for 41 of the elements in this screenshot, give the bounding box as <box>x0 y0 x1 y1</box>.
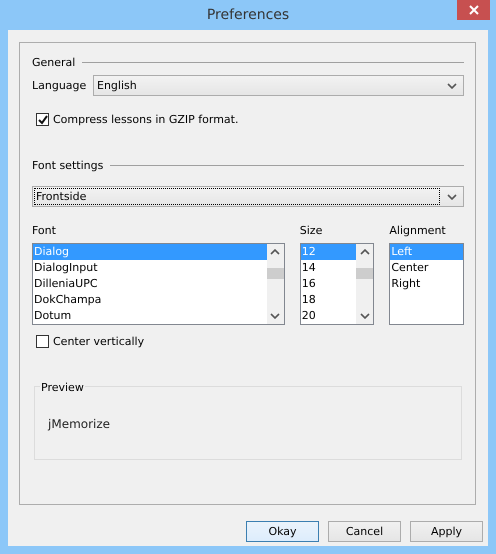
list-item[interactable]: 18 <box>300 292 356 308</box>
list-item[interactable]: DokChampa <box>33 292 267 308</box>
checkbox[interactable] <box>36 335 49 348</box>
list-item[interactable]: Dotum <box>33 308 267 324</box>
scrollbar-thumb[interactable] <box>266 268 284 279</box>
list-label: Size <box>300 224 324 237</box>
checkbox-label: Compress lessons in GZIP format. <box>53 113 238 126</box>
dropdown[interactable]: English <box>93 75 464 96</box>
checkmark-icon <box>38 114 48 124</box>
chevron-up-icon <box>270 249 280 255</box>
list-item[interactable]: Right <box>390 276 463 292</box>
close-icon <box>468 5 478 15</box>
list-item[interactable]: 16 <box>300 276 356 292</box>
list-item[interactable]: DilleniaUPC <box>33 276 267 292</box>
dropdown[interactable]: Frontside <box>32 186 464 207</box>
dialog-button[interactable]: Cancel <box>328 521 401 542</box>
list-item[interactable]: 20 <box>300 308 356 324</box>
checkbox-label: Center vertically <box>53 335 144 348</box>
preview-heading: Preview <box>40 381 85 394</box>
preview-text: jMemorize <box>48 417 110 431</box>
window-title: Preferences <box>206 7 290 23</box>
list-item[interactable]: DialogInput <box>33 260 267 276</box>
scrollbar[interactable] <box>266 244 284 324</box>
chevron-down-icon <box>447 194 457 200</box>
list-item[interactable]: Center <box>390 260 463 276</box>
list-label: Alignment <box>389 224 447 237</box>
close-button[interactable] <box>457 0 490 20</box>
list-item[interactable]: 14 <box>300 260 356 276</box>
chevron-down-icon <box>447 82 457 88</box>
scrollbar[interactable] <box>356 244 374 324</box>
dialog-button[interactable]: Okay <box>246 521 319 542</box>
list-label: Font <box>32 224 57 237</box>
dialog-button[interactable]: Apply <box>410 521 483 542</box>
section-heading: Font settings <box>32 158 104 172</box>
chevron-down-icon <box>270 313 280 319</box>
section-heading: General <box>32 56 76 68</box>
chevron-up-icon <box>360 249 370 255</box>
chevron-down-icon <box>360 313 370 319</box>
field-label: Language <box>32 79 88 92</box>
scrollbar-thumb[interactable] <box>356 268 374 279</box>
checkbox[interactable] <box>36 113 49 126</box>
